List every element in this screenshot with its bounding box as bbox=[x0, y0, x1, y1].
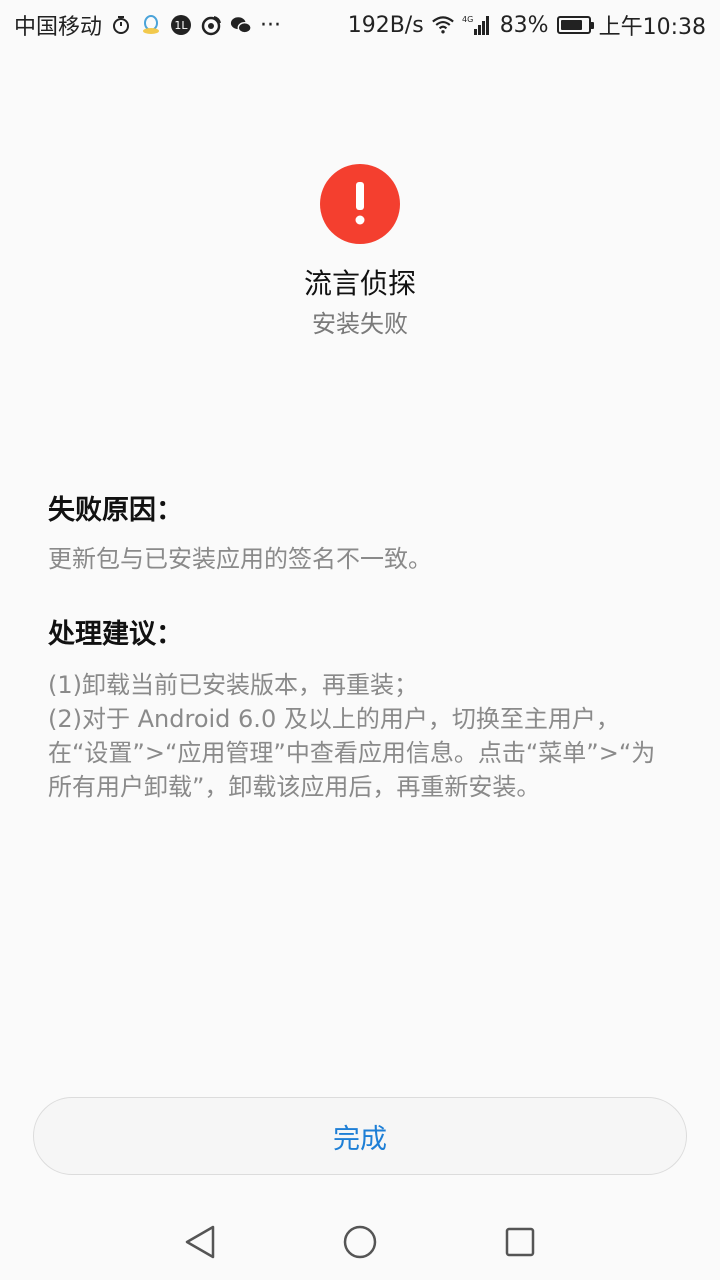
failure-reason-title: 失败原因： bbox=[48, 495, 183, 526]
status-left: 中国移动 1L ··· bbox=[14, 9, 281, 41]
home-button[interactable] bbox=[330, 1212, 390, 1272]
clock: 上午10:38 bbox=[598, 15, 706, 40]
qq-icon bbox=[140, 14, 162, 36]
suggestion-line: (2)对于 Android 6.0 及以上的用户，切换至主用户， bbox=[48, 705, 620, 733]
weibo-icon bbox=[200, 14, 222, 36]
suggestion-title: 处理建议： bbox=[48, 619, 183, 650]
alarm-icon bbox=[110, 14, 132, 36]
navigation-bar bbox=[0, 1204, 720, 1280]
app-name: 流言侦探 bbox=[303, 267, 416, 300]
signal-icon: 4G bbox=[462, 14, 492, 36]
done-button[interactable]: 完成 bbox=[33, 1097, 687, 1175]
install-status: 安装失败 bbox=[312, 310, 408, 338]
app-badge-icon: 1L bbox=[170, 14, 192, 36]
more-notifications-icon: ··· bbox=[260, 12, 281, 38]
home-icon bbox=[343, 1225, 377, 1259]
wifi-icon bbox=[431, 14, 454, 36]
failure-reason-text: 更新包与已安装应用的签名不一致。 bbox=[48, 545, 432, 573]
status-bar: 中国移动 1L ··· 192B/s 4G 83% 上午10:38 bbox=[0, 0, 720, 50]
suggestion-line: 所有用户卸载”，卸载该应用后，再重新安装。 bbox=[48, 773, 541, 801]
status-right: 192B/s 4G 83% 上午10:38 bbox=[348, 9, 706, 41]
recents-icon bbox=[505, 1227, 535, 1257]
suggestion-line: 在“设置”>“应用管理”中查看应用信息。点击“菜单”>“为 bbox=[48, 739, 656, 767]
back-icon bbox=[185, 1225, 215, 1259]
battery-fill bbox=[560, 20, 583, 30]
battery-percent: 83% bbox=[499, 12, 549, 38]
recents-button[interactable] bbox=[490, 1212, 550, 1272]
suggestion-text: (1)卸载当前已安装版本，再重装； (2)对于 Android 6.0 及以上的… bbox=[48, 668, 672, 804]
back-button[interactable] bbox=[170, 1212, 230, 1272]
error-icon bbox=[320, 164, 400, 244]
network-type-label: 4G bbox=[462, 15, 473, 24]
battery-icon bbox=[556, 16, 594, 34]
suggestion-line: (1)卸载当前已安装版本，再重装； bbox=[48, 671, 418, 699]
wechat-icon bbox=[230, 14, 252, 36]
carrier-label: 中国移动 bbox=[14, 15, 103, 40]
network-speed: 192B/s bbox=[347, 12, 424, 38]
svg-text:1L: 1L bbox=[174, 19, 188, 32]
install-failed-screen: 中国移动 1L ··· 192B/s 4G 83% 上午10:38 流言侦探 安… bbox=[0, 0, 720, 1280]
